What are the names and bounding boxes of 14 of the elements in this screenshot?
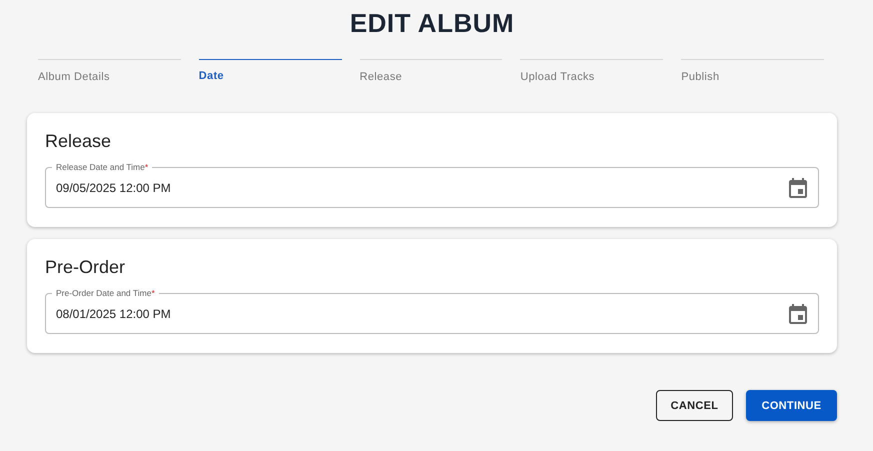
step-tab[interactable]: Date [198,59,342,86]
step-tab[interactable]: Release [360,59,502,86]
field-value: 08/01/2025 12:00 PM [56,306,171,320]
step-tab[interactable]: Publish [681,59,824,86]
section-title: Pre-Order [45,256,126,279]
section-title: Release [45,130,112,153]
calendar-icon[interactable] [786,176,810,200]
calendar-icon[interactable] [786,302,810,326]
cancel-button[interactable]: CANCEL [656,390,733,421]
continue-button[interactable]: CONTINUE [746,390,837,421]
page-title: EDIT ALBUM [350,7,514,40]
step-tab[interactable]: Upload Tracks [520,59,664,86]
field-value: 09/05/2025 12:00 PM [56,180,171,194]
step-tab[interactable]: Album Details [38,59,181,86]
